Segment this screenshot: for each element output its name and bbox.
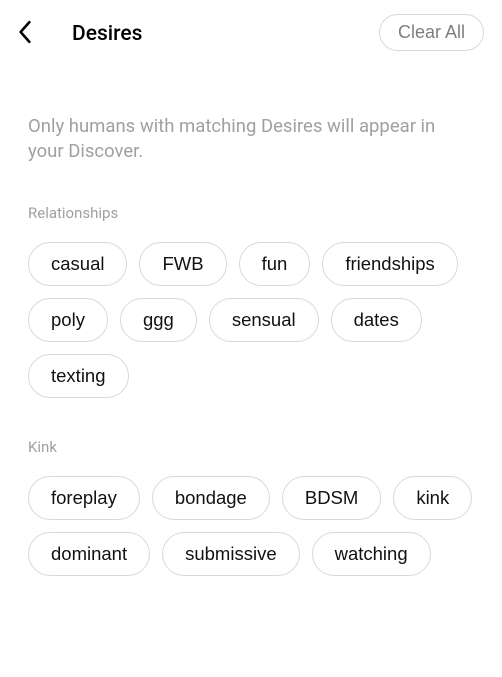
section: Kink foreplay bondage BDSM kink dominant submi… <box>0 438 502 576</box>
filter-chip[interactable]: dominant <box>28 532 150 576</box>
filter-chip[interactable]: bondage <box>152 476 270 520</box>
filter-chip[interactable]: dates <box>331 298 422 342</box>
filter-chip[interactable]: sensual <box>209 298 319 342</box>
page-title: Desires <box>72 22 142 46</box>
clear-all-button[interactable]: Clear All <box>379 14 484 51</box>
section-title: Relationships <box>28 204 474 222</box>
section: Relationships casual FWB funfriendships poly… <box>0 204 502 398</box>
filter-chip[interactable]: fun <box>239 242 311 286</box>
filter-chip[interactable]: submissive <box>162 532 300 576</box>
filter-chip[interactable]: watching <box>312 532 431 576</box>
section-title: Kink <box>28 438 474 456</box>
chevron-left-icon <box>18 20 32 48</box>
filter-chip[interactable]: foreplay <box>28 476 140 520</box>
filter-chip[interactable]: poly <box>28 298 108 342</box>
filter-chip[interactable]: ggg <box>120 298 197 342</box>
filter-chip[interactable]: FWB <box>139 242 226 286</box>
description-text: Only humans with matching Desires will a… <box>0 64 502 164</box>
filter-chip[interactable]: friendships <box>322 242 457 286</box>
header: Desires Clear All <box>0 0 502 64</box>
filter-chip[interactable]: texting <box>28 354 129 398</box>
back-button[interactable] <box>18 16 54 52</box>
chip-row: foreplay bondage BDSM kink dominant submissiv… <box>28 476 474 576</box>
filter-chip[interactable]: BDSM <box>282 476 381 520</box>
chip-row: casual FWB funfriendships polyggg sensual dat… <box>28 242 474 398</box>
filter-chip[interactable]: casual <box>28 242 127 286</box>
filter-chip[interactable]: kink <box>393 476 472 520</box>
